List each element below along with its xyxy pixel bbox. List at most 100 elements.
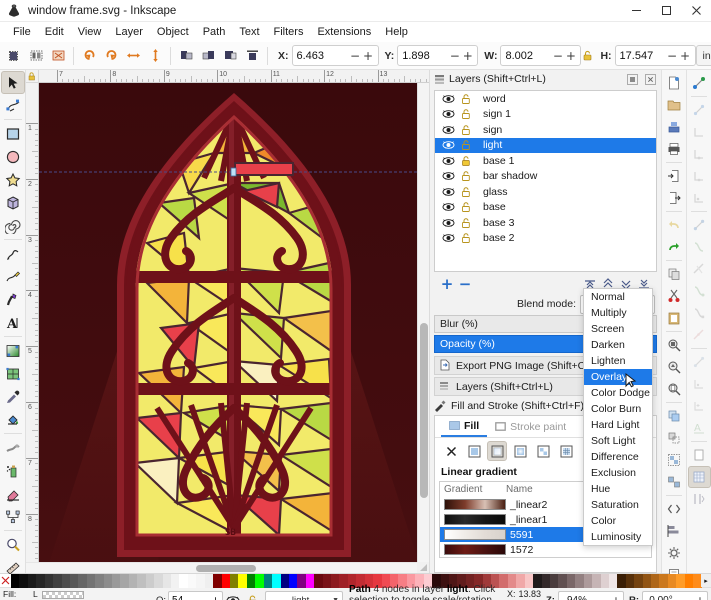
palette-swatch[interactable]: [583, 574, 593, 588]
snap-rotation-center-icon[interactable]: [688, 395, 711, 417]
layer-visibility-icon[interactable]: [439, 156, 457, 166]
spiral-tool[interactable]: [1, 214, 25, 237]
selector-tool[interactable]: [0, 71, 25, 94]
zoom-minus[interactable]: −: [595, 594, 609, 600]
h-spinner[interactable]: −+: [614, 45, 696, 66]
tab-stroke-paint[interactable]: Stroke paint: [487, 416, 574, 437]
layer-visibility-icon[interactable]: [439, 171, 457, 181]
snap-bbox-corner-icon[interactable]: [688, 121, 711, 143]
remove-layer-button[interactable]: −: [456, 275, 474, 293]
snap-guides-icon[interactable]: [688, 488, 711, 510]
blend-mode-item-hard-light[interactable]: Hard Light: [584, 417, 652, 433]
blend-mode-item-hue[interactable]: Hue: [584, 481, 652, 497]
xml-editor-icon[interactable]: [663, 498, 686, 520]
blend-mode-item-color[interactable]: Color: [584, 513, 652, 529]
layer-lock-icon[interactable]: [457, 186, 475, 198]
horizontal-scroll-thumb[interactable]: [196, 565, 256, 572]
palette-swatch[interactable]: [272, 574, 281, 588]
paintbucket-tool[interactable]: [1, 408, 25, 431]
close-button[interactable]: [681, 0, 711, 22]
copy-icon[interactable]: [663, 263, 686, 285]
opacity-plus[interactable]: +: [209, 594, 222, 600]
select-all-layers-icon[interactable]: [25, 45, 47, 67]
maximize-button[interactable]: [651, 0, 681, 22]
palette-swatch[interactable]: [297, 574, 306, 588]
canvas-rotate-handle[interactable]: [417, 562, 429, 573]
layer-visibility-icon[interactable]: [439, 125, 457, 135]
palette-swatch[interactable]: [246, 574, 256, 588]
blend-mode-item-luminosity[interactable]: Luminosity: [584, 529, 652, 545]
zoom-spinner[interactable]: 94% − +: [557, 591, 624, 600]
palette-swatch[interactable]: [78, 574, 87, 588]
blend-mode-item-overlay[interactable]: Overlay: [584, 369, 652, 385]
palette-swatch[interactable]: [229, 574, 239, 588]
palette-swatch[interactable]: [95, 574, 104, 588]
calligraphy-tool[interactable]: [1, 288, 25, 311]
layer-lock-icon[interactable]: [457, 108, 475, 120]
blend-mode-item-darken[interactable]: Darken: [584, 337, 652, 353]
mesh-tool[interactable]: [1, 362, 25, 385]
flip-horizontal-icon[interactable]: [122, 45, 144, 67]
layer-row-base-2[interactable]: base 2: [435, 231, 656, 247]
palette-swatch[interactable]: [53, 574, 62, 588]
zoom-value[interactable]: 94%: [559, 595, 595, 600]
palette-swatch[interactable]: [280, 574, 289, 588]
status-layer-lock-icon[interactable]: [243, 594, 261, 600]
snap-object-center-icon[interactable]: [688, 373, 711, 395]
layer-visibility-icon[interactable]: [439, 187, 457, 197]
w-spinner[interactable]: −+: [500, 45, 582, 66]
ungroup-icon[interactable]: [663, 471, 686, 493]
palette-swatch[interactable]: [86, 574, 96, 588]
palette-swatch[interactable]: [600, 574, 609, 588]
menu-edit[interactable]: Edit: [38, 24, 71, 40]
palette-scroll-arrow[interactable]: ▸: [701, 574, 711, 587]
rotation-spinner[interactable]: 0.00° − +: [642, 591, 708, 600]
layer-row-base[interactable]: base: [435, 200, 656, 216]
palette-swatch[interactable]: [69, 574, 79, 588]
palette-swatch[interactable]: [204, 574, 214, 588]
w-minus[interactable]: −: [551, 49, 564, 63]
lower-icon[interactable]: [219, 45, 241, 67]
palette-swatch[interactable]: [558, 574, 567, 588]
h-input[interactable]: [615, 49, 666, 62]
layer-lock-icon[interactable]: [457, 155, 475, 167]
palette-swatch[interactable]: [507, 574, 517, 588]
group-icon[interactable]: [663, 449, 686, 471]
palette-swatch[interactable]: [154, 574, 163, 588]
current-layer-select[interactable]: light ▼: [265, 590, 344, 600]
w-input[interactable]: [501, 49, 552, 62]
tweak-tool[interactable]: [1, 436, 25, 459]
palette-swatch[interactable]: [533, 574, 542, 588]
palette-swatch[interactable]: [634, 574, 643, 588]
deselect-icon[interactable]: [47, 45, 69, 67]
zoom-tool[interactable]: [1, 533, 25, 556]
flip-vertical-icon[interactable]: [144, 45, 166, 67]
menu-filters[interactable]: Filters: [267, 24, 311, 40]
palette-swatch[interactable]: [684, 574, 694, 588]
layer-row-sign-1[interactable]: sign 1: [435, 107, 656, 123]
palette-swatch[interactable]: [27, 574, 37, 588]
palette-swatch[interactable]: [112, 574, 121, 588]
layer-lock-icon[interactable]: [457, 124, 475, 136]
palette-swatch[interactable]: [651, 574, 660, 588]
opacity-input[interactable]: [169, 594, 196, 600]
layer-row-light[interactable]: light: [435, 137, 656, 153]
layer-visibility-icon[interactable]: [439, 233, 457, 243]
snap-grid-icon[interactable]: [687, 466, 711, 488]
lower-to-bottom-icon[interactable]: [241, 45, 263, 67]
open-document-icon[interactable]: [663, 94, 686, 116]
layer-row-base-1[interactable]: base 1: [435, 153, 656, 169]
gradient-tool[interactable]: [1, 339, 25, 362]
undo-icon[interactable]: [663, 214, 686, 236]
redo-icon[interactable]: [663, 236, 686, 258]
blend-mode-item-multiply[interactable]: Multiply: [584, 305, 652, 321]
text-tool[interactable]: A: [1, 311, 25, 334]
snap-bbox-edge-midpoint-icon[interactable]: [688, 165, 711, 187]
paste-icon[interactable]: [663, 307, 686, 329]
fill-stroke-indicator[interactable]: Fill: L Stroke: None 0.00453: [0, 589, 152, 600]
star-tool[interactable]: [1, 168, 25, 191]
palette-swatch[interactable]: [187, 574, 197, 588]
w-plus[interactable]: +: [564, 49, 577, 63]
blend-mode-item-soft-light[interactable]: Soft Light: [584, 433, 652, 449]
spray-tool[interactable]: [1, 459, 25, 482]
